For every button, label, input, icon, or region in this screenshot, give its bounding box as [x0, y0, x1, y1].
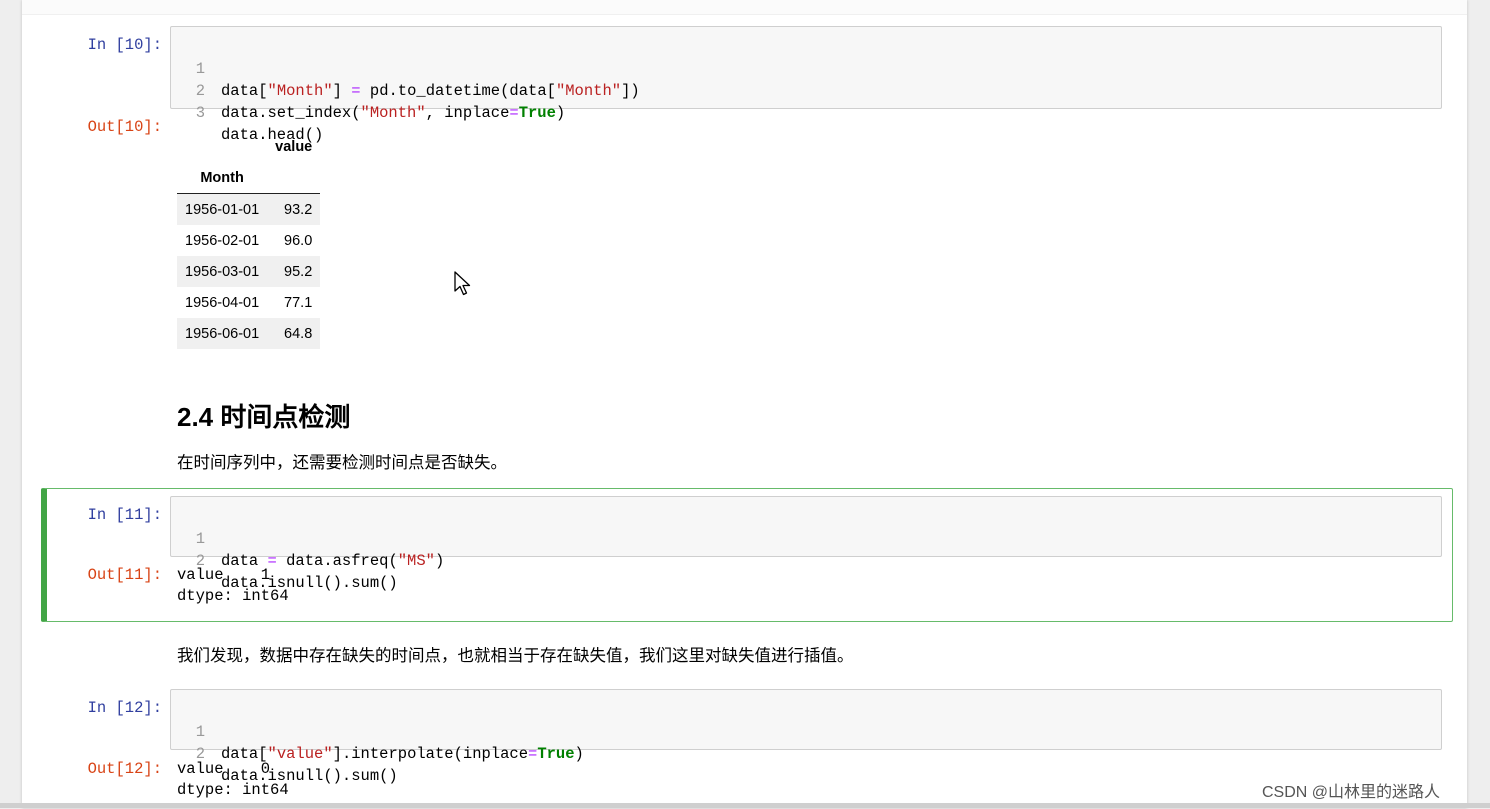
notebook-top-edge — [22, 0, 1467, 15]
column-header-value: value — [275, 138, 313, 155]
dataframe-table: value Month 1956-01-01 93.2 1956-02-01 9… — [177, 130, 321, 349]
index-name-header: Month — [177, 163, 268, 194]
mouse-cursor-icon — [454, 271, 471, 296]
row-index: 1956-04-01 — [185, 294, 260, 311]
code-line: 3 data.head() — [171, 80, 324, 144]
table-row: 1956-01-01 93.2 — [177, 193, 321, 225]
row-index: 1956-06-01 — [177, 318, 268, 349]
row-index: 1956-03-01 — [177, 256, 268, 287]
section-intro-text: 在时间序列中，还需要检测时间点是否缺失。 — [177, 454, 507, 472]
cell-12-output-prompt: Out[12]: — [87, 760, 162, 778]
table-row: 1956-03-01 95.2 — [177, 256, 321, 287]
code-line: 2 data.set_index("Month", inplace=True) — [171, 58, 566, 122]
cell-11-code-editor[interactable]: 1 data = data.asfreq("MS") 2 data.isnull… — [170, 496, 1442, 592]
cell-11-output: value 1 dtype: int64 — [177, 565, 289, 607]
output-line: value 1 — [177, 566, 271, 584]
row-value: 64.8 — [267, 318, 321, 349]
output-line: dtype: int64 — [177, 587, 289, 605]
notebook-page: In [10]: 1 data["Month"] = pd.to_datetim… — [22, 0, 1467, 808]
cell-11-input-prompt: In [11]: — [87, 506, 162, 524]
line-number: 3 — [195, 104, 205, 122]
row-index: 1956-01-01 — [177, 193, 268, 225]
output-line: dtype: int64 — [177, 781, 289, 799]
row-value: 77.1 — [284, 294, 313, 311]
code-line: 1 data["Month"] = pd.to_datetime(data["M… — [171, 36, 640, 100]
table-row: 1956-02-01 96.0 — [177, 225, 320, 256]
cell-12-code-editor[interactable]: 1 data["value"].interpolate(inplace=True… — [170, 689, 1442, 785]
section-heading: 2.4 时间点检测 — [177, 402, 351, 432]
bottom-edge-bar — [0, 803, 1490, 808]
row-value: 95.2 — [267, 256, 321, 287]
finding-text: 我们发现，数据中存在缺失的时间点，也就相当于存在缺失值，我们这里对缺失值进行插值… — [177, 647, 854, 665]
csdn-watermark: CSDN @山林里的迷路人 — [1262, 784, 1441, 801]
cell-10-code-editor[interactable]: 1 data["Month"] = pd.to_datetime(data["M… — [170, 26, 1442, 144]
table-row: 1956-04-01 77.1 — [177, 287, 320, 318]
row-index: 1956-02-01 — [185, 232, 260, 249]
table-row: 1956-06-01 64.8 — [177, 318, 321, 349]
cell-12-input-prompt: In [12]: — [87, 699, 162, 717]
code-line: 2 data.isnull().sum() — [171, 528, 398, 592]
output-line: value 0 — [177, 760, 271, 778]
cell-11-output-prompt: Out[11]: — [87, 566, 162, 584]
cell-10-input-prompt: In [10]: — [87, 36, 162, 54]
code-line: 1 data = data.asfreq("MS") — [171, 506, 445, 570]
row-value: 96.0 — [284, 232, 313, 249]
cell-12-output: value 0 dtype: int64 — [177, 759, 289, 801]
cell-10-output-prompt: Out[10]: — [87, 118, 162, 136]
code-line: 1 data["value"].interpolate(inplace=True… — [171, 699, 584, 763]
code-line: 2 data.isnull().sum() — [171, 721, 398, 785]
row-value: 93.2 — [267, 193, 321, 225]
